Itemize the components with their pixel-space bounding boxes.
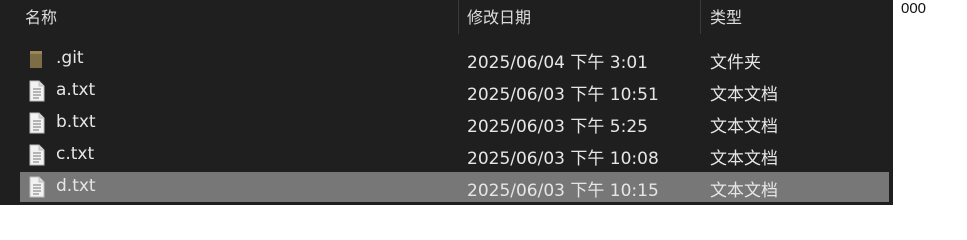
file-row[interactable]: .git 2025/06/04 下午 3:01 文件夹 [20,44,889,74]
file-name: c.txt [56,144,95,164]
file-type: 文本文档 [710,149,778,169]
column-header-date-modified[interactable]: 修改日期 [467,4,531,28]
file-modified-date: 2025/06/03 下午 10:15 [467,181,659,201]
file-row-selected[interactable]: d.txt 2025/06/03 下午 10:15 文本文档 [20,172,889,202]
file-name: d.txt [56,176,96,196]
file-name: b.txt [56,112,96,132]
file-modified-date: 2025/06/03 下午 10:08 [467,149,659,169]
text-file-icon [28,80,46,102]
file-type: 文本文档 [710,181,778,201]
file-type: 文件夹 [710,53,761,73]
file-row[interactable]: b.txt 2025/06/03 下午 5:25 文本文档 [20,108,889,138]
file-modified-date: 2025/06/03 下午 10:51 [467,85,659,105]
text-file-icon [28,112,46,134]
text-file-icon [28,176,46,198]
file-explorer-pane: 名称 修改日期 类型 .git 2025/06/04 下午 3:01 文件夹 a… [0,0,893,205]
column-header-type[interactable]: 类型 [710,4,742,28]
file-modified-date: 2025/06/04 下午 3:01 [467,53,648,73]
file-modified-date: 2025/06/03 下午 5:25 [467,117,648,137]
column-header-name[interactable]: 名称 [25,4,57,28]
text-file-icon [28,144,46,166]
file-type: 文本文档 [710,85,778,105]
file-row[interactable]: c.txt 2025/06/03 下午 10:08 文本文档 [20,140,889,170]
file-row[interactable]: a.txt 2025/06/03 下午 10:51 文本文档 [20,76,889,106]
file-type: 文本文档 [710,117,778,137]
column-divider[interactable] [700,0,701,34]
file-name: a.txt [56,80,96,100]
column-header: 名称 修改日期 类型 [0,0,893,34]
side-label: 000 [901,0,927,17]
column-divider[interactable] [458,0,459,34]
file-name: .git [56,48,84,68]
folder-icon [28,48,46,70]
